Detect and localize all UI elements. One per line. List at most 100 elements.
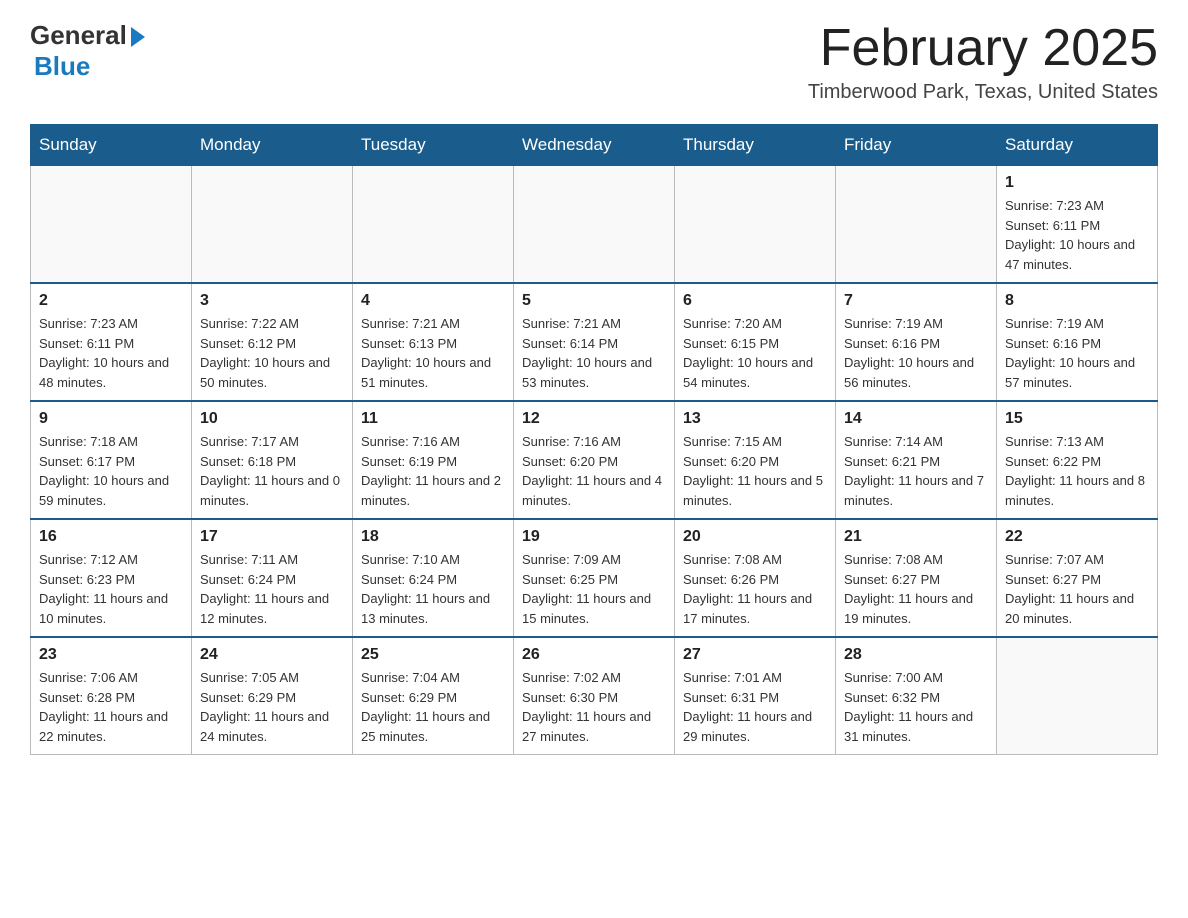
- day-number: 22: [1005, 528, 1149, 546]
- calendar-cell: 24Sunrise: 7:05 AMSunset: 6:29 PMDayligh…: [192, 637, 353, 755]
- calendar-cell: 8Sunrise: 7:19 AMSunset: 6:16 PMDaylight…: [997, 283, 1158, 401]
- calendar-cell: 5 Sunrise: 7:21 AMSunset: 6:14 PMDaylight…: [514, 283, 675, 401]
- day-info: Sunrise: 7:21 AMSunset: 6:14 PMDaylight:…: [522, 314, 666, 392]
- day-info: Sunrise: 7:08 AMSunset: 6:26 PMDaylight:…: [683, 550, 827, 628]
- calendar-cell: 22 Sunrise: 7:07 AMSunset: 6:27 PMDayligh…: [997, 519, 1158, 637]
- day-info: Sunrise: 7:01 AMSunset: 6:31 PMDaylight:…: [683, 668, 827, 746]
- logo-blue-text: Blue: [34, 51, 90, 82]
- day-info: Sunrise: 7:00 AMSunset: 6:32 PMDaylight:…: [844, 668, 988, 746]
- day-info: Sunrise: 7:16 AMSunset: 6:19 PMDaylight:…: [361, 432, 505, 510]
- logo: General Blue: [30, 20, 145, 82]
- weekday-header-saturday: Saturday: [997, 125, 1158, 166]
- calendar-table: SundayMondayTuesdayWednesdayThursdayFrid…: [30, 124, 1158, 755]
- day-info: Sunrise: 7:20 AMSunset: 6:15 PMDaylight:…: [683, 314, 827, 392]
- day-info: Sunrise: 7:09 AMSunset: 6:25 PMDaylight:…: [522, 550, 666, 628]
- day-number: 12: [522, 410, 666, 428]
- day-number: 20: [683, 528, 827, 546]
- calendar-cell: 12 Sunrise: 7:16 AMSunset: 6:20 PMDayligh…: [514, 401, 675, 519]
- day-number: 27: [683, 646, 827, 664]
- calendar-cell: [836, 166, 997, 284]
- calendar-cell: 6 Sunrise: 7:20 AMSunset: 6:15 PMDaylight…: [675, 283, 836, 401]
- weekday-header-wednesday: Wednesday: [514, 125, 675, 166]
- day-number: 9: [39, 410, 183, 428]
- day-number: 10: [200, 410, 344, 428]
- calendar-cell: 20 Sunrise: 7:08 AMSunset: 6:26 PMDayligh…: [675, 519, 836, 637]
- day-info: Sunrise: 7:18 AMSunset: 6:17 PMDaylight:…: [39, 432, 183, 510]
- calendar-cell: 28 Sunrise: 7:00 AMSunset: 6:32 PMDayligh…: [836, 637, 997, 755]
- day-info: Sunrise: 7:11 AMSunset: 6:24 PMDaylight:…: [200, 550, 344, 628]
- weekday-header-sunday: Sunday: [31, 125, 192, 166]
- calendar-cell: 23Sunrise: 7:06 AMSunset: 6:28 PMDayligh…: [31, 637, 192, 755]
- calendar-cell: 3 Sunrise: 7:22 AMSunset: 6:12 PMDaylight…: [192, 283, 353, 401]
- logo-general-text: General: [30, 20, 127, 51]
- day-info: Sunrise: 7:14 AMSunset: 6:21 PMDaylight:…: [844, 432, 988, 510]
- day-number: 14: [844, 410, 988, 428]
- calendar-week-row: 9 Sunrise: 7:18 AMSunset: 6:17 PMDaylight…: [31, 401, 1158, 519]
- day-number: 25: [361, 646, 505, 664]
- calendar-cell: 16 Sunrise: 7:12 AMSunset: 6:23 PMDayligh…: [31, 519, 192, 637]
- day-number: 26: [522, 646, 666, 664]
- day-info: Sunrise: 7:22 AMSunset: 6:12 PMDaylight:…: [200, 314, 344, 392]
- calendar-week-row: 23Sunrise: 7:06 AMSunset: 6:28 PMDayligh…: [31, 637, 1158, 755]
- weekday-header-row: SundayMondayTuesdayWednesdayThursdayFrid…: [31, 125, 1158, 166]
- day-info: Sunrise: 7:04 AMSunset: 6:29 PMDaylight:…: [361, 668, 505, 746]
- day-info: Sunrise: 7:16 AMSunset: 6:20 PMDaylight:…: [522, 432, 666, 510]
- weekday-header-monday: Monday: [192, 125, 353, 166]
- weekday-header-thursday: Thursday: [675, 125, 836, 166]
- calendar-cell: 2Sunrise: 7:23 AMSunset: 6:11 PMDaylight…: [31, 283, 192, 401]
- calendar-week-row: 2Sunrise: 7:23 AMSunset: 6:11 PMDaylight…: [31, 283, 1158, 401]
- day-number: 6: [683, 292, 827, 310]
- page-header: General Blue February 2025 Timberwood Pa…: [30, 20, 1158, 104]
- calendar-cell: 15 Sunrise: 7:13 AMSunset: 6:22 PMDayligh…: [997, 401, 1158, 519]
- day-info: Sunrise: 7:05 AMSunset: 6:29 PMDaylight:…: [200, 668, 344, 746]
- day-info: Sunrise: 7:10 AMSunset: 6:24 PMDaylight:…: [361, 550, 505, 628]
- calendar-cell: [675, 166, 836, 284]
- calendar-cell: 17 Sunrise: 7:11 AMSunset: 6:24 PMDayligh…: [192, 519, 353, 637]
- calendar-cell: 25 Sunrise: 7:04 AMSunset: 6:29 PMDayligh…: [353, 637, 514, 755]
- weekday-header-tuesday: Tuesday: [353, 125, 514, 166]
- day-number: 8: [1005, 292, 1149, 310]
- calendar-cell: 26 Sunrise: 7:02 AMSunset: 6:30 PMDayligh…: [514, 637, 675, 755]
- day-info: Sunrise: 7:13 AMSunset: 6:22 PMDaylight:…: [1005, 432, 1149, 510]
- day-info: Sunrise: 7:07 AMSunset: 6:27 PMDaylight:…: [1005, 550, 1149, 628]
- calendar-cell: [997, 637, 1158, 755]
- calendar-cell: 27 Sunrise: 7:01 AMSunset: 6:31 PMDayligh…: [675, 637, 836, 755]
- day-info: Sunrise: 7:08 AMSunset: 6:27 PMDaylight:…: [844, 550, 988, 628]
- calendar-cell: 13 Sunrise: 7:15 AMSunset: 6:20 PMDayligh…: [675, 401, 836, 519]
- calendar-cell: 7 Sunrise: 7:19 AMSunset: 6:16 PMDaylight…: [836, 283, 997, 401]
- day-info: Sunrise: 7:21 AMSunset: 6:13 PMDaylight:…: [361, 314, 505, 392]
- calendar-week-row: 1 Sunrise: 7:23 AMSunset: 6:11 PMDaylight…: [31, 166, 1158, 284]
- day-number: 28: [844, 646, 988, 664]
- day-number: 17: [200, 528, 344, 546]
- calendar-cell: 4 Sunrise: 7:21 AMSunset: 6:13 PMDaylight…: [353, 283, 514, 401]
- day-number: 3: [200, 292, 344, 310]
- day-info: Sunrise: 7:15 AMSunset: 6:20 PMDaylight:…: [683, 432, 827, 510]
- calendar-cell: 9 Sunrise: 7:18 AMSunset: 6:17 PMDaylight…: [31, 401, 192, 519]
- weekday-header-friday: Friday: [836, 125, 997, 166]
- day-number: 11: [361, 410, 505, 428]
- calendar-cell: 11 Sunrise: 7:16 AMSunset: 6:19 PMDayligh…: [353, 401, 514, 519]
- calendar-cell: [514, 166, 675, 284]
- day-number: 21: [844, 528, 988, 546]
- calendar-week-row: 16 Sunrise: 7:12 AMSunset: 6:23 PMDayligh…: [31, 519, 1158, 637]
- calendar-cell: 18 Sunrise: 7:10 AMSunset: 6:24 PMDayligh…: [353, 519, 514, 637]
- calendar-cell: 1 Sunrise: 7:23 AMSunset: 6:11 PMDaylight…: [997, 166, 1158, 284]
- day-number: 4: [361, 292, 505, 310]
- day-number: 5: [522, 292, 666, 310]
- day-number: 7: [844, 292, 988, 310]
- day-number: 1: [1005, 174, 1149, 192]
- calendar-cell: 14 Sunrise: 7:14 AMSunset: 6:21 PMDayligh…: [836, 401, 997, 519]
- day-number: 16: [39, 528, 183, 546]
- day-info: Sunrise: 7:12 AMSunset: 6:23 PMDaylight:…: [39, 550, 183, 628]
- day-number: 2: [39, 292, 183, 310]
- day-info: Sunrise: 7:19 AMSunset: 6:16 PMDaylight:…: [844, 314, 988, 392]
- day-info: Sunrise: 7:23 AMSunset: 6:11 PMDaylight:…: [1005, 196, 1149, 274]
- calendar-cell: [31, 166, 192, 284]
- day-number: 15: [1005, 410, 1149, 428]
- day-number: 18: [361, 528, 505, 546]
- day-number: 13: [683, 410, 827, 428]
- calendar-cell: 19Sunrise: 7:09 AMSunset: 6:25 PMDayligh…: [514, 519, 675, 637]
- day-info: Sunrise: 7:02 AMSunset: 6:30 PMDaylight:…: [522, 668, 666, 746]
- title-section: February 2025 Timberwood Park, Texas, Un…: [808, 20, 1158, 104]
- calendar-cell: 10Sunrise: 7:17 AMSunset: 6:18 PMDayligh…: [192, 401, 353, 519]
